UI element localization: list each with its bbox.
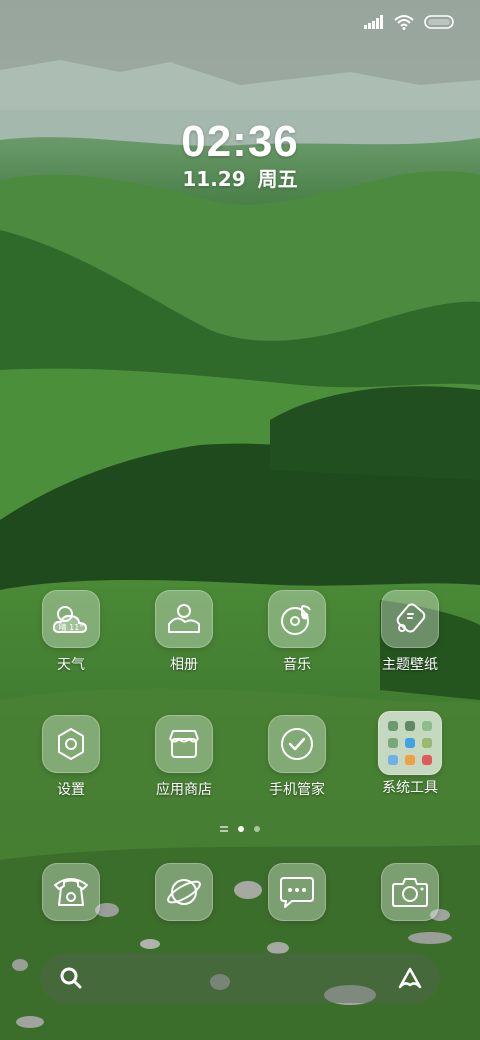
app-gallery[interactable]: 相册 [128,590,240,674]
status-bar [364,10,454,34]
messages-icon [268,863,326,921]
page-dot-active [238,826,244,832]
weather-icon: 晴 11° [42,590,100,648]
app-music[interactable]: 音乐 [241,590,353,674]
settings-icon [42,715,100,773]
search-icon[interactable] [58,965,84,991]
folder-system-tools[interactable]: 系统工具 [354,711,466,797]
page-indicator[interactable] [0,826,480,832]
overview-indicator [220,826,228,832]
app-label: 主题壁纸 [382,657,438,673]
clock-widget[interactable]: 02:36 11.29 周五 [0,118,480,192]
app-settings[interactable]: 设置 [15,715,127,799]
assistant-icon[interactable] [396,965,424,991]
app-store[interactable]: 应用商店 [128,715,240,799]
dock-messages[interactable] [241,863,353,921]
dock-phone[interactable] [15,863,127,921]
app-label: 设置 [57,782,85,798]
wifi-icon [394,15,414,30]
battery-icon [424,15,454,29]
app-label: 应用商店 [156,782,212,798]
app-label: 天气 [57,657,85,673]
camera-icon [381,863,439,921]
browser-icon [155,863,213,921]
app-label: 系统工具 [382,780,438,796]
phone-icon [42,863,100,921]
app-themes[interactable]: 主题壁纸 [354,590,466,674]
search-bar[interactable] [40,953,440,1003]
app-label: 相册 [170,657,198,673]
weather-temp: 晴 11° [58,622,84,632]
theme-icon [381,590,439,648]
music-icon [268,590,326,648]
app-label: 音乐 [283,657,311,673]
signal-icon [364,15,383,29]
app-label: 手机管家 [269,782,325,798]
dock-browser[interactable] [128,863,240,921]
gallery-icon [155,590,213,648]
app-security[interactable]: 手机管家 [241,715,353,799]
dock-camera[interactable] [354,863,466,921]
clock-time: 02:36 [181,117,299,166]
weekday-text: 周五 [257,167,298,191]
security-icon [268,715,326,773]
folder-icon [378,711,442,775]
date-text: 11.29 [182,167,246,191]
app-store-icon [155,715,213,773]
clock-date: 11.29 周五 [0,166,480,192]
page-dot [254,826,260,832]
app-weather[interactable]: 晴 11° 天气 [15,590,127,674]
